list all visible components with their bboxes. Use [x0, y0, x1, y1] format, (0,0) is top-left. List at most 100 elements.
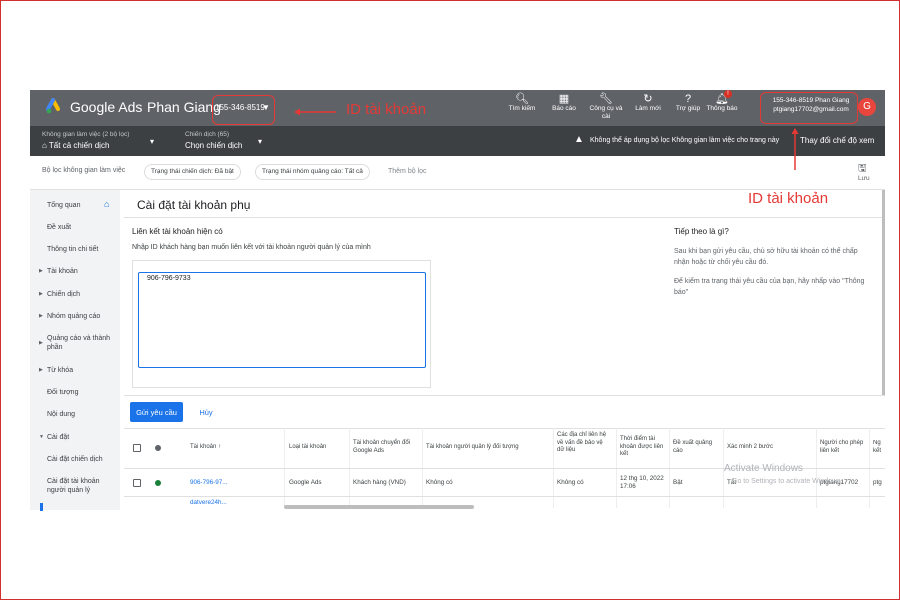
sidebar-item-label: Quảng cáo và thành phần — [47, 335, 111, 351]
sidebar-item-label: Tài khoản — [47, 268, 78, 275]
workspace-label: Không gian làm việc (2 bộ lọc) — [42, 131, 130, 138]
divider — [124, 496, 885, 497]
column-header-account-type[interactable]: Loại tài khoản — [289, 444, 326, 452]
column-header-data-protection[interactable]: Các địa chỉ liên hệ về vấn đề bảo vệ dữ … — [557, 432, 611, 455]
table-cell-contacts: Không có — [557, 479, 584, 486]
column-header-account[interactable]: Tài khoản ↑ — [190, 444, 221, 452]
reports-icon: ▦ — [558, 93, 570, 105]
windows-watermark-subtitle: Go to Settings to activate Windows. — [732, 478, 843, 485]
campaign-dropdown-icon[interactable]: ▾ — [258, 137, 262, 146]
row-checkbox[interactable] — [133, 479, 141, 487]
next-steps-title: Tiếp theo là gì? — [674, 227, 729, 236]
sidebar: Tổng quan ⌂ Đề xuất Thông tin chi tiết ▶… — [30, 190, 120, 510]
workspace-bar: Không gian làm việc (2 bộ lọc) ⌂ Tất cả … — [30, 126, 885, 156]
search-icon: 🔍︎ — [515, 93, 529, 105]
column-header-approver[interactable]: Người cho phép liên kết — [820, 440, 864, 455]
sidebar-item-label: Nhóm quảng cáo — [47, 313, 101, 320]
workspace-selector[interactable]: ⌂ Tất cả chiến dịch — [42, 141, 109, 150]
notification-badge: ! — [724, 90, 732, 98]
sidebar-item-label: Cài đặt chiến dịch — [47, 456, 103, 463]
column-header-conversion-account[interactable]: Tài khoản chuyển đổi Google Ads — [353, 440, 417, 455]
table-cell-account[interactable]: 906-796-97... — [190, 479, 227, 487]
column-header-ad-suggestions[interactable]: Đề xuất quảng cáo — [673, 440, 721, 455]
table-cell-type: Google Ads — [289, 479, 322, 486]
tool-label: Thông báo — [706, 105, 738, 112]
main-content: Cài đặt tài khoản phụ Liên kết tài khoản… — [124, 190, 885, 510]
horizontal-scrollbar[interactable] — [284, 505, 474, 509]
warning-icon: ▲ — [574, 134, 584, 145]
select-all-checkbox[interactable] — [133, 444, 141, 452]
tool-search[interactable]: 🔍︎ Tìm kiếm — [502, 93, 542, 113]
annotation-label-left: ID tài khoản — [346, 101, 427, 118]
refresh-icon: ↻ — [643, 93, 653, 105]
collapse-arrow-icon: ▼ — [39, 434, 44, 440]
tool-label: Báo cáo — [552, 105, 576, 112]
tool-label: Làm mới — [635, 105, 661, 112]
campaign-selector[interactable]: Chọn chiến dịch — [185, 141, 242, 150]
expand-arrow-icon: ▶ — [39, 367, 43, 373]
tool-label: Công cụ và cài — [589, 105, 623, 120]
sidebar-selection-indicator — [40, 503, 43, 511]
annotation-box-left — [212, 95, 275, 125]
expand-arrow-icon: ▶ — [39, 291, 43, 297]
section-title: Liên kết tài khoản hiện có — [132, 227, 223, 236]
next-steps-text: Sau khi bạn gửi yêu cầu, chủ sở hữu tài … — [674, 248, 858, 266]
column-header-audience-manager[interactable]: Tài khoản người quản lý đối tượng — [426, 444, 546, 452]
status-header-icon — [155, 445, 161, 451]
save-label[interactable]: Lưu — [858, 175, 870, 182]
sidebar-item-label: Đề xuất — [47, 224, 72, 231]
page-title: Cài đặt tài khoản phụ — [137, 198, 251, 212]
annotation-box-right — [760, 92, 858, 124]
sidebar-item-label: Từ khóa — [47, 367, 74, 374]
next-steps-text: Để kiểm tra trạng thái yêu cầu của bạn, … — [674, 278, 865, 296]
vertical-scrollbar[interactable] — [882, 190, 885, 395]
table-cell-manager: Không có — [426, 479, 453, 486]
avatar[interactable]: G — [858, 98, 876, 116]
google-ads-logo-icon[interactable] — [46, 98, 64, 116]
table-cell-extra: ptg — [873, 479, 882, 486]
section-description: Nhập ID khách hàng bạn muốn liên kết với… — [132, 244, 371, 251]
table-cell-account[interactable]: datvere24h... — [190, 499, 227, 507]
column-header-linked-time[interactable]: Thời điểm tài khoản được liên kết — [620, 436, 666, 459]
filter-bar: Bộ lọc không gian làm việc Trạng thái ch… — [30, 156, 885, 190]
filter-chip-adgroup-status[interactable]: Trạng thái nhóm quảng cáo: Tất cả — [255, 164, 370, 180]
top-bar: Google Ads Phan Giang 155-346-8519 ▼ 🔍︎ … — [30, 90, 885, 126]
notifications-icon: 🔔︎ — [715, 93, 729, 105]
workspace-warning: Không thể áp dụng bộ lọc Không gian làm … — [590, 137, 780, 144]
windows-watermark-title: Activate Windows — [724, 463, 803, 474]
tool-notifications[interactable]: 🔔︎ Thông báo — [702, 93, 742, 123]
sidebar-item-label: Nội dung — [47, 411, 76, 418]
home-icon: ⌂ — [104, 199, 110, 209]
table-cell-conversion: Khách hàng (VND) — [353, 479, 406, 486]
campaign-label: Chiến dịch (65) — [185, 131, 230, 138]
expand-arrow-icon: ▶ — [39, 340, 43, 346]
filter-label: Bộ lọc không gian làm việc — [42, 167, 126, 174]
brand-name: Google Ads — [70, 99, 143, 115]
sidebar-item-label: Thông tin chi tiết — [47, 246, 99, 253]
customer-id-input[interactable]: 906-796-9733 — [138, 272, 426, 368]
divider — [124, 395, 885, 396]
expand-arrow-icon: ▶ — [39, 313, 43, 319]
add-filter-button[interactable]: Thêm bộ lọc — [388, 168, 427, 175]
tool-tools[interactable]: 🔧︎ Công cụ và cài — [586, 93, 626, 121]
sidebar-item-label: Chiến dịch — [47, 291, 81, 298]
column-header-extra[interactable]: Ng kết — [873, 440, 885, 455]
tools-icon: 🔧︎ — [599, 93, 613, 105]
tool-refresh[interactable]: ↻ Làm mới — [628, 93, 668, 113]
tool-reports[interactable]: ▦ Báo cáo — [544, 93, 584, 113]
divider — [124, 217, 885, 218]
account-name[interactable]: Phan Giang — [147, 99, 221, 115]
tool-label: Tìm kiếm — [508, 105, 536, 112]
divider — [124, 428, 885, 429]
filter-chip-campaign-status[interactable]: Trạng thái chiến dịch: Đã bật — [144, 164, 241, 180]
send-request-button[interactable]: Gửi yêu cầu — [130, 402, 183, 422]
status-dot-enabled — [155, 480, 161, 486]
workspace-value: Tất cả chiến dịch — [48, 141, 110, 150]
column-header-two-step[interactable]: Xác minh 2 bước — [727, 444, 773, 452]
table-cell-suggestions: Bật — [673, 479, 683, 486]
annotation-label-right: ID tài khoản — [748, 190, 829, 207]
table-cell-linked-time: 12 thg 10, 2022 17:06 — [620, 475, 664, 490]
workspace-dropdown-icon[interactable]: ▾ — [150, 137, 154, 146]
cancel-button[interactable]: Hủy — [190, 402, 222, 422]
change-view-link[interactable]: Thay đổi chế độ xem — [800, 136, 874, 145]
